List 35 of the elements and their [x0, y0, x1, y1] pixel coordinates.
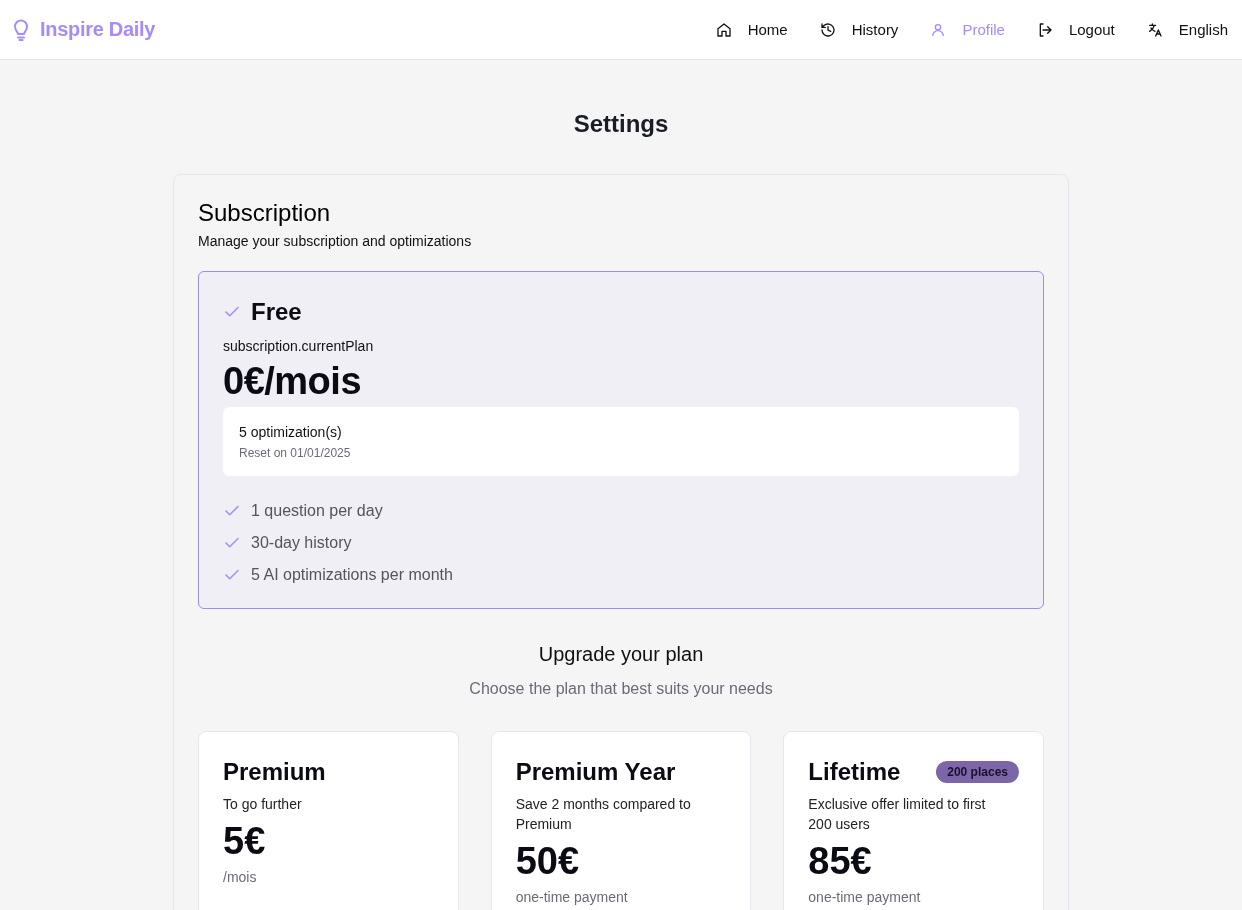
user-icon	[930, 21, 947, 38]
section-subtitle: Manage your subscription and optimizations	[198, 233, 473, 249]
plan-description: To go further	[223, 795, 303, 814]
plan-period: one-time payment	[515, 889, 629, 905]
lightbulb-icon	[12, 18, 30, 41]
plan-name: Premium Year	[515, 758, 676, 786]
plan-name: Lifetime	[808, 758, 901, 786]
feature-text: 5 AI optimizations per month	[251, 566, 453, 584]
nav-link[interactable]: Logout	[1036, 21, 1115, 38]
nav-link[interactable]: History	[819, 21, 899, 38]
plan-price: 50€	[515, 840, 581, 883]
plan-period: one-time payment	[808, 889, 922, 905]
nav-link[interactable]: English	[1146, 21, 1228, 38]
plan-price: 85€	[808, 840, 873, 883]
plan-period: /mois	[223, 869, 258, 885]
plan-price: 0€/mois	[223, 360, 363, 403]
upgrade-subtitle: Choose the plan that best suits your needs	[468, 680, 774, 698]
plan-description: Save 2 months compared to Premium	[515, 795, 692, 834]
plan-name: Free	[251, 298, 302, 326]
upgrade-title: Upgrade your plan	[537, 643, 705, 666]
usage-count: 5 optimization(s)	[239, 424, 343, 440]
home-icon	[715, 21, 732, 38]
plan-label: subscription.currentPlan	[223, 338, 375, 354]
feature-text: 30-day history	[251, 534, 352, 552]
translate-icon	[1146, 21, 1163, 38]
history-icon	[819, 21, 836, 38]
reset-date: Reset on 01/01/2025	[239, 446, 352, 460]
places-badge: 200 places	[936, 761, 1019, 783]
feature-text: 1 question per day	[251, 502, 383, 520]
section-title: Subscription	[198, 199, 332, 227]
plan-price: 5€	[223, 820, 267, 863]
nav-link[interactable]: Home	[715, 21, 788, 38]
plan-name: Premium	[223, 758, 326, 786]
page-title: Settings	[573, 110, 669, 138]
plan-description: Exclusive offer limited to first 200 users	[808, 795, 987, 834]
